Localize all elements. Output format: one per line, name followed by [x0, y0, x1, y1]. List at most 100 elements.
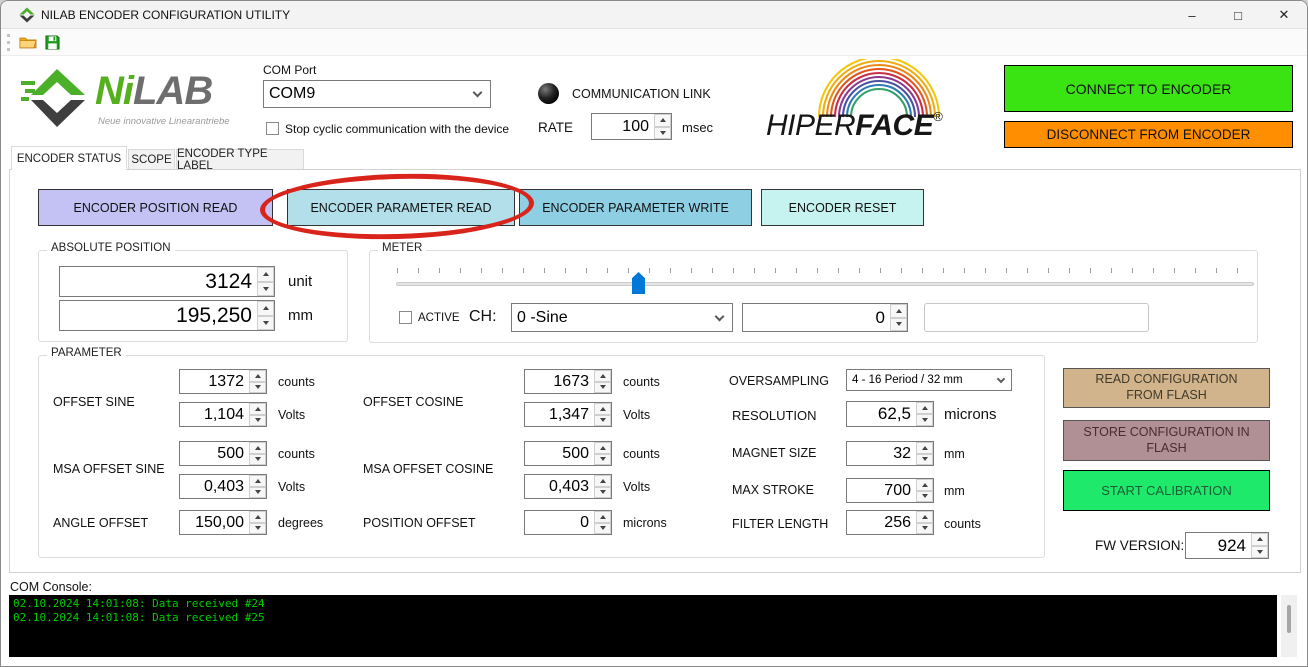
spin-down-button[interactable]	[257, 281, 274, 296]
spin-up-button[interactable]	[916, 442, 933, 454]
spin-up-button[interactable]	[594, 370, 611, 382]
msa-offset-sine-counts-spinner[interactable]: 500	[179, 441, 267, 466]
msa-offset-cosine-counts-spinner[interactable]: 500	[524, 441, 612, 466]
meter-value: 0	[875, 307, 885, 327]
spin-down-button[interactable]	[916, 414, 933, 426]
app-window: NILAB ENCODER CONFIGURATION UTILITY – □ …	[0, 0, 1308, 667]
spin-up-button[interactable]	[916, 402, 933, 414]
maximize-button[interactable]: □	[1215, 1, 1261, 29]
encoder-reset-button[interactable]: ENCODER RESET	[761, 189, 924, 226]
com-console-output[interactable]: 02.10.2024 14:01:08: Data received #24 0…	[9, 595, 1277, 657]
spin-up-button[interactable]	[594, 511, 611, 523]
encoder-parameter-write-button[interactable]: ENCODER PARAMETER WRITE	[519, 189, 752, 226]
spin-down-button[interactable]	[916, 453, 933, 465]
offset-sine-counts-spinner[interactable]: 1372	[179, 369, 267, 394]
spin-up-button[interactable]	[249, 442, 266, 454]
fw-version-spinner[interactable]: 924	[1185, 532, 1269, 559]
spin-up-button[interactable]	[249, 370, 266, 382]
max-stroke-spinner[interactable]: 700	[846, 478, 934, 503]
offset-cosine-volts-unit: Volts	[623, 408, 651, 422]
meter-slider-track[interactable]	[396, 282, 1254, 286]
tab-scope[interactable]: SCOPE	[128, 149, 175, 170]
start-calibration-button[interactable]: START CALIBRATION	[1063, 470, 1270, 511]
spin-down-button[interactable]	[594, 486, 611, 498]
filter-length-label: FILTER LENGTH	[732, 517, 829, 531]
spin-down-button[interactable]	[594, 381, 611, 393]
encoder-parameter-read-button[interactable]: ENCODER PARAMETER READ	[287, 189, 515, 226]
spin-down-button[interactable]	[249, 486, 266, 498]
angle-offset-spinner[interactable]: 150,00	[179, 510, 267, 535]
save-button[interactable]	[40, 31, 64, 54]
msa-offset-cosine-volts-spinner[interactable]: 0,403	[524, 474, 612, 499]
read-configuration-from-flash-button[interactable]: READ CONFIGURATION FROM FLASH	[1063, 368, 1270, 408]
disconnect-from-encoder-button[interactable]: DISCONNECT FROM ENCODER	[1004, 121, 1293, 148]
spin-up-button[interactable]	[654, 114, 671, 127]
meter-active-label: ACTIVE	[418, 312, 460, 324]
meter-channel-select[interactable]: 0 -Sine	[511, 303, 733, 332]
tab-encoder-status[interactable]: ENCODER STATUS	[11, 146, 127, 170]
meter-active-checkbox[interactable]	[399, 311, 412, 324]
logo-lab: LAB	[133, 69, 213, 113]
spin-down-button[interactable]	[249, 522, 266, 534]
console-scrollbar-thumb[interactable]	[1287, 605, 1291, 633]
spin-up-button[interactable]	[890, 304, 907, 318]
meter-title: METER	[378, 242, 427, 254]
spin-down-button[interactable]	[890, 317, 907, 331]
com-port-select[interactable]: COM9	[263, 80, 491, 108]
parameter-title: PARAMETER	[47, 347, 126, 359]
absolute-position-unit-spinner[interactable]: 3124	[59, 266, 275, 297]
spin-down-button[interactable]	[594, 414, 611, 426]
spin-up-button[interactable]	[249, 475, 266, 487]
offset-cosine-counts-spinner[interactable]: 1673	[524, 369, 612, 394]
spin-down-button[interactable]	[1251, 545, 1268, 558]
offset-cosine-volts-spinner[interactable]: 1,347	[524, 402, 612, 427]
spin-down-button[interactable]	[916, 490, 933, 502]
spin-up-button[interactable]	[1251, 533, 1268, 546]
offset-sine-volts-unit: Volts	[278, 408, 306, 422]
spin-up-button[interactable]	[249, 511, 266, 523]
hiperface-face: FACE	[855, 109, 934, 142]
meter-value-spinner[interactable]: 0	[742, 303, 908, 332]
offset-sine-volts-spinner[interactable]: 1,104	[179, 402, 267, 427]
spin-up-button[interactable]	[594, 475, 611, 487]
oversampling-select[interactable]: 4 - 16 Period / 32 mm	[846, 369, 1012, 391]
logo-tagline: Neue innovative Linearantriebe	[98, 116, 230, 127]
filter-length-spinner[interactable]: 256	[846, 510, 934, 535]
titlebar: NILAB ENCODER CONFIGURATION UTILITY – □ …	[1, 1, 1307, 29]
store-configuration-in-flash-button[interactable]: STORE CONFIGURATION IN FLASH	[1063, 420, 1270, 461]
close-button[interactable]: ✕	[1261, 1, 1307, 29]
spin-down-button[interactable]	[654, 126, 671, 139]
spin-up-button[interactable]	[916, 479, 933, 491]
spin-up-button[interactable]	[257, 267, 274, 282]
spin-down-button[interactable]	[916, 522, 933, 534]
meter-slider-ticks	[397, 268, 1254, 273]
stop-cyclic-checkbox[interactable]	[266, 122, 279, 135]
spin-up-button[interactable]	[594, 403, 611, 415]
minimize-button[interactable]: –	[1169, 1, 1215, 29]
encoder-position-read-button[interactable]: ENCODER POSITION READ	[38, 189, 273, 226]
spin-down-button[interactable]	[594, 453, 611, 465]
spin-up-button[interactable]	[916, 511, 933, 523]
meter-extra-field[interactable]	[924, 303, 1149, 332]
msa-offset-sine-volts-spinner[interactable]: 0,403	[179, 474, 267, 499]
resolution-spinner[interactable]: 62,5	[846, 401, 934, 427]
magnet-size-unit: mm	[944, 447, 965, 461]
spin-up-button[interactable]	[249, 403, 266, 415]
spin-down-button[interactable]	[249, 381, 266, 393]
spin-down-button[interactable]	[249, 414, 266, 426]
position-offset-spinner[interactable]: 0	[524, 510, 612, 535]
spin-down-button[interactable]	[257, 315, 274, 330]
spin-up-button[interactable]	[594, 442, 611, 454]
spin-down-button[interactable]	[249, 453, 266, 465]
chevron-down-icon	[472, 87, 483, 98]
max-stroke-unit: mm	[944, 484, 965, 498]
magnet-size-spinner[interactable]: 32	[846, 441, 934, 466]
spin-down-button[interactable]	[594, 522, 611, 534]
spin-up-button[interactable]	[257, 301, 274, 316]
open-file-button[interactable]	[16, 31, 40, 54]
absolute-position-mm-spinner[interactable]: 195,250	[59, 300, 275, 331]
tab-encoder-type-label[interactable]: ENCODER TYPE LABEL	[176, 148, 304, 172]
rate-label: RATE	[538, 120, 574, 135]
connect-to-encoder-button[interactable]: CONNECT TO ENCODER	[1004, 65, 1293, 112]
rate-spinner[interactable]: 100	[591, 113, 672, 140]
